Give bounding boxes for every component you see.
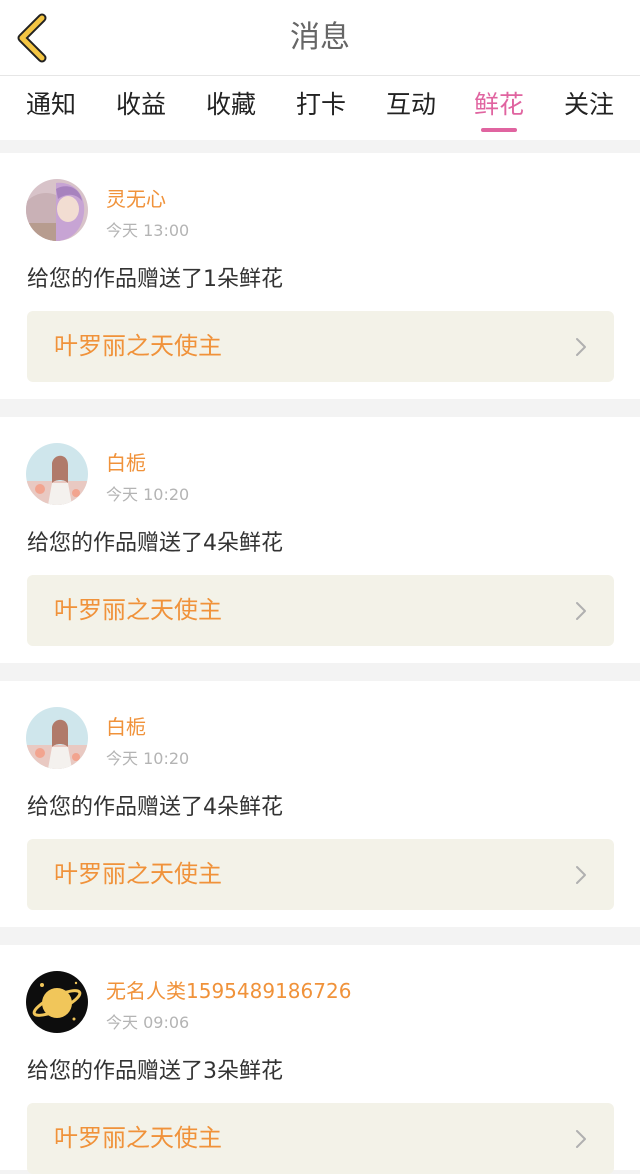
chevron-right-icon: [574, 864, 588, 886]
tab-earnings[interactable]: 收益: [96, 76, 186, 140]
page-title: 消息: [290, 20, 350, 55]
work-link[interactable]: 叶罗丽之天使主: [27, 839, 614, 910]
message-time: 今天 10:20: [106, 485, 190, 504]
message-text: 给您的作品赠送了4朵鲜花: [27, 795, 283, 820]
anime-girl-pastel-avatar-icon: [26, 707, 88, 769]
active-tab-indicator: [481, 128, 517, 132]
anime-girl-pastel-avatar-icon: [26, 443, 88, 505]
username[interactable]: 白栀: [106, 447, 146, 476]
tab-flowers-label: 鲜花: [473, 90, 524, 119]
message-text: 给您的作品赠送了4朵鲜花: [27, 531, 283, 556]
tab-favorites[interactable]: 收藏: [186, 76, 276, 140]
message-card: 白栀 今天 10:20 给您的作品赠送了4朵鲜花 叶罗丽之天使主: [0, 681, 640, 927]
tab-checkin[interactable]: 打卡: [276, 76, 366, 140]
work-link[interactable]: 叶罗丽之天使主: [27, 311, 614, 382]
work-link[interactable]: 叶罗丽之天使主: [27, 1103, 614, 1174]
avatar[interactable]: [26, 443, 88, 505]
message-time: 今天 10:20: [106, 749, 190, 768]
message-card: 白栀 今天 10:20 给您的作品赠送了4朵鲜花 叶罗丽之天使主: [0, 417, 640, 663]
tab-following[interactable]: 关注: [544, 76, 634, 140]
top-navigation-bar: 消息: [0, 0, 640, 76]
avatar[interactable]: [26, 179, 88, 241]
chevron-right-icon: [574, 600, 588, 622]
chevron-right-icon: [574, 1128, 588, 1150]
work-link[interactable]: 叶罗丽之天使主: [27, 575, 614, 646]
tab-bar: 通知 收益 收藏 打卡 互动 鲜花 关注: [0, 76, 640, 140]
message-time: 今天 09:06: [106, 1013, 190, 1032]
work-title: 叶罗丽之天使主: [54, 596, 222, 624]
chevron-right-icon: [574, 336, 588, 358]
avatar[interactable]: [26, 971, 88, 1033]
divider: [0, 140, 640, 152]
username[interactable]: 白栀: [106, 711, 146, 740]
planet-black-avatar-icon: [26, 971, 88, 1033]
message-time: 今天 13:00: [106, 221, 190, 240]
avatar[interactable]: [26, 707, 88, 769]
message-text: 给您的作品赠送了1朵鲜花: [27, 267, 283, 292]
tab-notifications[interactable]: 通知: [6, 76, 96, 140]
work-title: 叶罗丽之天使主: [54, 860, 222, 888]
message-card: 无名人类1595489186726 今天 09:06 给您的作品赠送了3朵鲜花 …: [0, 945, 640, 1174]
message-text: 给您的作品赠送了3朵鲜花: [27, 1059, 283, 1084]
work-title: 叶罗丽之天使主: [54, 332, 222, 360]
username[interactable]: 无名人类1595489186726: [106, 975, 351, 1004]
tab-interaction[interactable]: 互动: [366, 76, 456, 140]
tab-flowers[interactable]: 鲜花: [454, 76, 544, 140]
username[interactable]: 灵无心: [106, 183, 166, 212]
anime-girl-purple-avatar-icon: [26, 179, 88, 241]
message-card: 灵无心 今天 13:00 给您的作品赠送了1朵鲜花 叶罗丽之天使主: [0, 153, 640, 399]
work-title: 叶罗丽之天使主: [54, 1124, 222, 1152]
